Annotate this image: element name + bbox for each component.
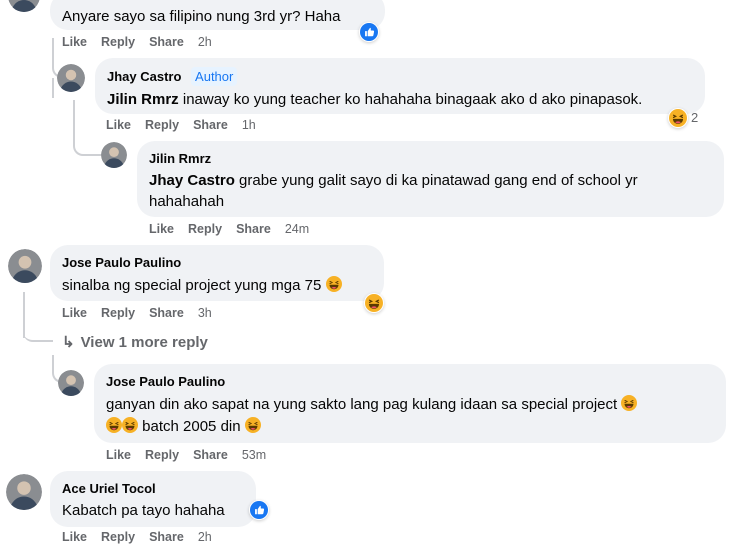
reply-button[interactable]: Reply (145, 118, 179, 132)
reaction-badge[interactable] (249, 500, 269, 520)
share-button[interactable]: Share (193, 118, 228, 132)
comment-actions: Like Reply Share 2h (62, 530, 226, 544)
haha-emoji-icon (621, 395, 637, 411)
timestamp[interactable]: 2h (198, 35, 212, 49)
like-button[interactable]: Like (62, 306, 87, 320)
comment-actions: Like Reply Share 2h (62, 35, 226, 49)
thread-connector (73, 100, 101, 156)
comment-text: Anyare sayo sa filipino nung 3rd yr? Hah… (62, 8, 341, 25)
like-reaction-icon (360, 23, 378, 41)
comment-text: hahahahah (149, 193, 225, 210)
reply-button[interactable]: Reply (101, 306, 135, 320)
reply-button[interactable]: Reply (101, 35, 135, 49)
timestamp[interactable]: 3h (198, 306, 212, 320)
reaction-badge[interactable] (359, 22, 379, 42)
thread-connector (52, 78, 54, 98)
share-button[interactable]: Share (149, 530, 184, 544)
like-button[interactable]: Like (149, 222, 174, 236)
thread-connector (23, 330, 53, 342)
comment-bubble: Ace Uriel Tocol Kabatch pa tayo hahaha (50, 471, 256, 527)
haha-emoji-icon (245, 417, 261, 433)
like-button[interactable]: Like (62, 35, 87, 49)
comment-actions: Like Reply Share 24m (149, 222, 323, 236)
comment-text: batch 2005 din (106, 416, 261, 437)
haha-reaction-icon (669, 109, 687, 127)
comment-text: Kabatch pa tayo hahaha (62, 502, 225, 519)
commenter-name[interactable]: Jose Paulo Paulino (62, 255, 181, 270)
commenter-name[interactable]: Ace Uriel Tocol (62, 481, 156, 496)
like-button[interactable]: Like (106, 448, 131, 462)
avatar[interactable] (57, 64, 85, 92)
reaction-count[interactable]: 2 (691, 110, 698, 125)
reaction-badge[interactable] (364, 293, 384, 313)
haha-emoji-icon (326, 276, 342, 292)
commenter-name[interactable]: Jhay Castro (107, 69, 181, 84)
comment-bubble: Jilin Rmrz Jhay Castro grabe yung galit … (137, 141, 724, 217)
comment-bubble: Jhay Castro Author Jilin Rmrz inaway ko … (95, 58, 705, 114)
comment-actions: Like Reply Share 53m (106, 448, 280, 462)
like-reaction-icon (250, 501, 268, 519)
avatar[interactable] (58, 370, 84, 396)
comment-text: Jhay Castro grabe yung galit sayo di ka … (149, 172, 638, 189)
haha-emoji-icon (106, 417, 122, 433)
reply-button[interactable]: Reply (101, 530, 135, 544)
comment-text: sinalba ng special project yung mga 75 (62, 275, 342, 296)
avatar[interactable] (101, 142, 127, 168)
like-button[interactable]: Like (62, 530, 87, 544)
timestamp[interactable]: 2h (198, 530, 212, 544)
timestamp[interactable]: 24m (285, 222, 309, 236)
reaction-badge[interactable] (668, 108, 688, 128)
mention-link[interactable]: Jilin Rmrz (107, 91, 179, 108)
share-button[interactable]: Share (236, 222, 271, 236)
avatar[interactable] (6, 474, 42, 510)
comment-bubble: Jose Paulo Paulino ganyan din ako sapat … (94, 364, 726, 443)
share-button[interactable]: Share (193, 448, 228, 462)
reply-button[interactable]: Reply (145, 448, 179, 462)
comment-bubble: Anyare sayo sa filipino nung 3rd yr? Hah… (50, 0, 385, 30)
like-button[interactable]: Like (106, 118, 131, 132)
comment-bubble: Jose Paulo Paulino sinalba ng special pr… (50, 245, 384, 301)
reply-button[interactable]: Reply (188, 222, 222, 236)
comment-actions: Like Reply Share 1h (106, 118, 270, 132)
comment-text: ganyan din ako sapat na yung sakto lang … (106, 394, 637, 415)
commenter-name[interactable]: Jilin Rmrz (149, 151, 211, 166)
mention-link[interactable]: Jhay Castro (149, 172, 235, 189)
share-button[interactable]: Share (149, 35, 184, 49)
comment-text: Jilin Rmrz inaway ko yung teacher ko hah… (107, 91, 643, 108)
timestamp[interactable]: 53m (242, 448, 266, 462)
author-badge: Author (191, 67, 238, 86)
haha-reaction-icon (365, 294, 383, 312)
haha-emoji-icon (122, 417, 138, 433)
comment-actions: Like Reply Share 3h (62, 306, 226, 320)
commenter-name[interactable]: Jose Paulo Paulino (106, 374, 225, 389)
avatar[interactable] (8, 249, 42, 283)
avatar[interactable] (8, 0, 40, 12)
view-more-replies-link[interactable]: ↳ View 1 more reply (62, 333, 208, 351)
timestamp[interactable]: 1h (242, 118, 256, 132)
share-button[interactable]: Share (149, 306, 184, 320)
reply-arrow-icon: ↳ (62, 334, 75, 351)
